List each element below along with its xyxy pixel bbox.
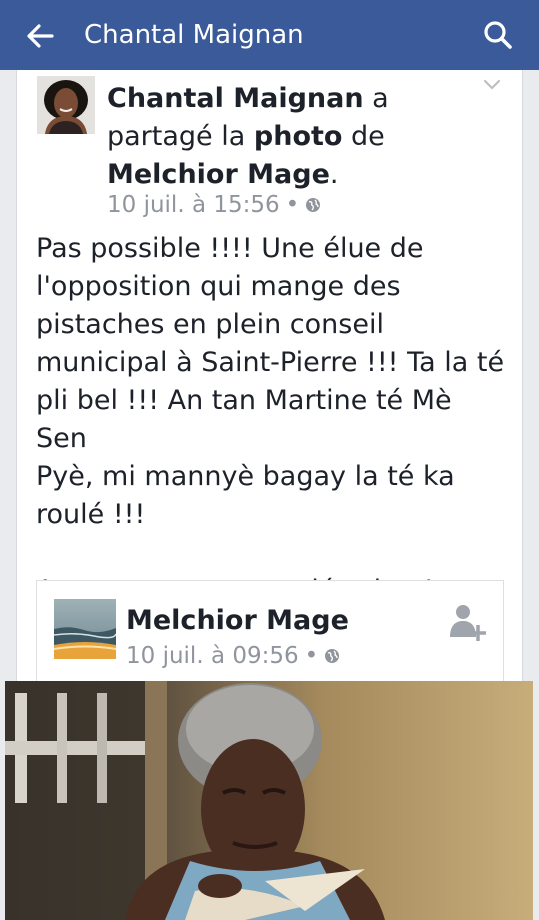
meta-separator: •: [285, 192, 300, 218]
post-text: Pas possible !!!! Une élue de l'oppositi…: [36, 233, 505, 606]
shared-timestamp[interactable]: 10 juil. à 09:56: [126, 641, 299, 671]
back-arrow-icon: [27, 24, 54, 48]
add-friend-button[interactable]: [449, 603, 487, 643]
page-title: Chantal Maignan: [84, 20, 304, 50]
original-author-link[interactable]: Melchior Mage: [107, 159, 330, 190]
action-period: .: [329, 159, 339, 190]
post-timestamp[interactable]: 10 juil. à 15:56: [107, 190, 280, 220]
shared-meta: 10 juil. à 09:56 •: [126, 641, 340, 671]
add-friend-icon: [450, 605, 486, 641]
search-icon: [484, 21, 512, 49]
globe-icon: [325, 649, 340, 663]
top-bar: Chantal Maignan: [0, 0, 539, 70]
post-meta: 10 juil. à 15:56 •: [107, 190, 321, 220]
action-text-of: de: [342, 121, 385, 152]
shared-author-avatar[interactable]: [54, 599, 116, 659]
shared-avatar-photo: [54, 599, 116, 659]
post-header: Chantal Maignan a partagé la photo de Me…: [107, 80, 497, 194]
shared-author-name[interactable]: Melchior Mage: [126, 604, 349, 638]
photo-link[interactable]: photo: [254, 121, 343, 152]
action-text-a: a: [363, 83, 389, 114]
author-name-link[interactable]: Chantal Maignan: [107, 83, 364, 114]
back-button[interactable]: [22, 18, 58, 54]
globe-icon: [306, 198, 321, 212]
shared-photo-image: [5, 681, 533, 920]
author-avatar[interactable]: [37, 76, 95, 134]
shared-meta-separator: •: [304, 643, 319, 669]
search-button[interactable]: [479, 16, 517, 54]
post-menu-button[interactable]: [480, 76, 504, 94]
action-text-shared: partagé la: [107, 121, 254, 152]
chevron-down-icon: [483, 79, 501, 90]
shared-photo[interactable]: [5, 681, 533, 920]
avatar-photo: [37, 76, 95, 134]
shared-post-header[interactable]: Melchior Mage 10 juil. à 09:56 •: [36, 580, 504, 690]
